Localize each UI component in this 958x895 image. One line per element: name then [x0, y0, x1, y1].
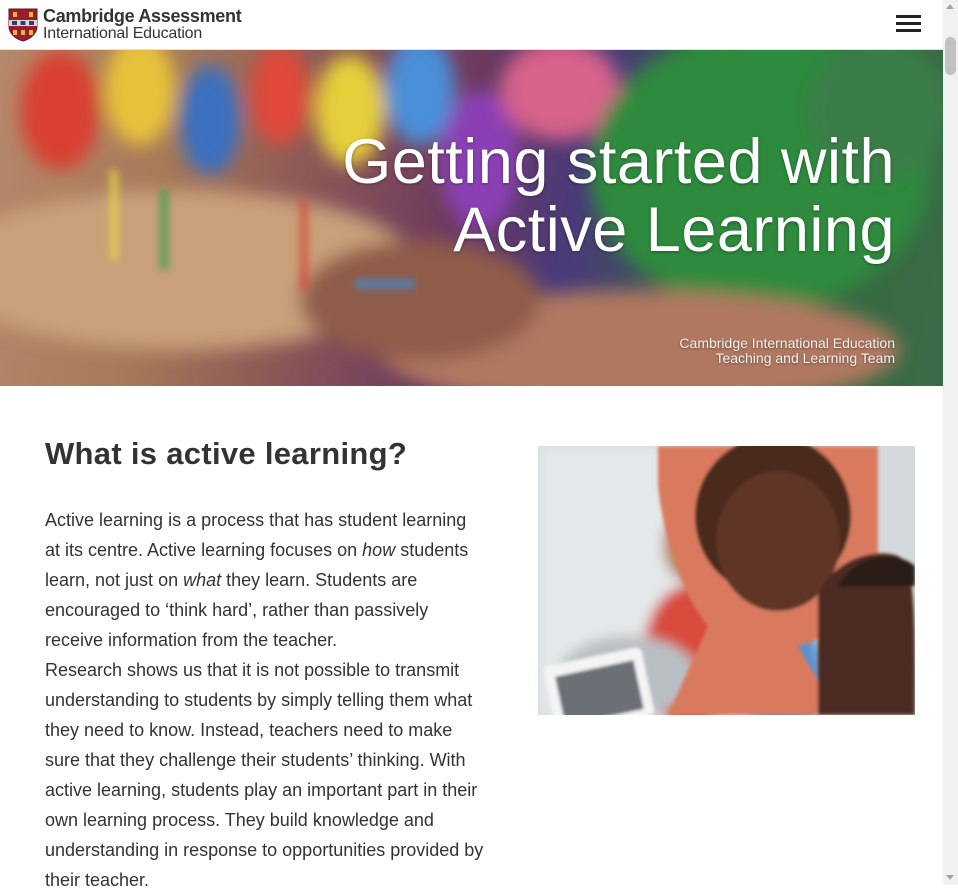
site-logo[interactable]: Cambridge Assessment International Educa…	[8, 6, 242, 42]
teacher-student-photo	[538, 446, 915, 715]
hamburger-menu-button[interactable]	[896, 15, 921, 35]
paragraph-1: Active learning is a process that has st…	[45, 510, 469, 650]
hero-credit: Cambridge International Education Teachi…	[679, 336, 895, 366]
hero-credit-line-1: Cambridge International Education	[679, 335, 895, 351]
hero-title: Getting started with Active Learning	[342, 128, 895, 264]
scroll-up-arrow-icon[interactable]	[946, 4, 954, 9]
photo-illustration	[538, 446, 915, 715]
hero-title-line-2: Active Learning	[453, 195, 895, 265]
site-header: Cambridge Assessment International Educa…	[0, 0, 943, 50]
hero-title-line-1: Getting started with	[342, 127, 895, 197]
scrollbar-thumb[interactable]	[945, 37, 956, 75]
hero-credit-line-2: Teaching and Learning Team	[715, 350, 895, 366]
scroll-down-arrow-icon[interactable]	[946, 875, 954, 880]
paragraph-2: Research shows us that it is not possibl…	[45, 660, 484, 890]
hero-banner: Getting started with Active Learning Cam…	[0, 50, 943, 386]
page-scrollbar[interactable]	[943, 0, 958, 885]
logo-line-2: International Education	[43, 25, 203, 42]
hamburger-menu-icon	[896, 15, 921, 18]
logo-line-1: Cambridge Assessment	[43, 6, 242, 26]
section-heading: What is active learning?	[45, 436, 408, 471]
crest-icon	[8, 8, 38, 42]
body-text: Active learning is a process that has st…	[45, 505, 485, 895]
